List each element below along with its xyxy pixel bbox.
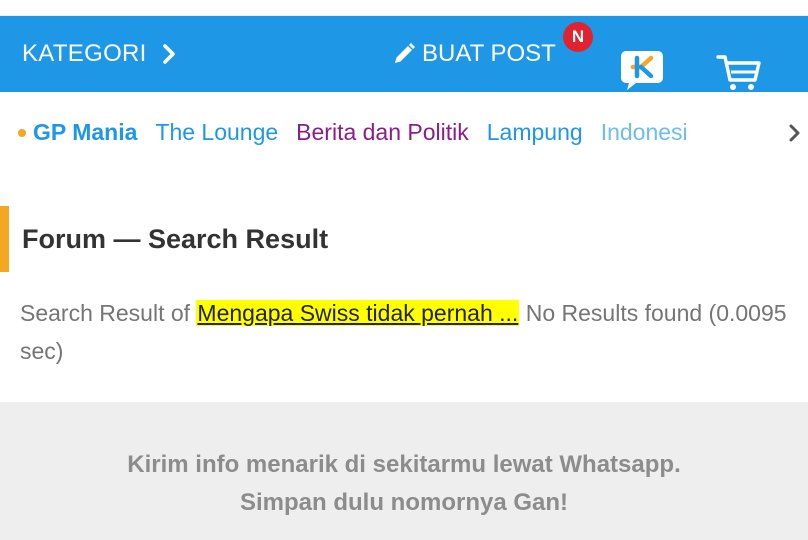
kategori-label: KATEGORI [22, 40, 147, 67]
channel-lampung[interactable]: Lampung [487, 119, 583, 146]
channel-indonesia[interactable]: Indonesi [601, 119, 688, 146]
chevron-right-icon[interactable] [788, 119, 802, 147]
whatsapp-promo: Kirim info menarik di sekitarmu lewat Wh… [0, 402, 808, 540]
channel-bar: GP Mania The Lounge Berita dan Politik L… [0, 92, 808, 178]
promo-text: Kirim info menarik di sekitarmu lewat Wh… [0, 446, 808, 522]
result-prefix: Search Result of [20, 300, 191, 326]
buat-post-button[interactable]: BUAT POST [392, 16, 556, 92]
top-strip [0, 0, 808, 16]
pencil-icon [395, 43, 415, 63]
section-header: Forum — Search Result [0, 206, 808, 272]
search-query-link[interactable]: Mengapa Swiss tidak pernah ... [196, 300, 520, 326]
notification-badge: N [563, 22, 593, 52]
promo-line-1: Kirim info menarik di sekitarmu lewat Wh… [127, 451, 681, 478]
search-result-text: Search Result of Mengapa Swiss tidak per… [20, 294, 790, 370]
chevron-right-icon [162, 44, 175, 64]
channel-list: GP Mania The Lounge Berita dan Politik L… [18, 119, 706, 146]
channel-gp-mania[interactable]: GP Mania [33, 119, 137, 146]
page-title: Forum — Search Result [22, 223, 329, 254]
section-accent [0, 206, 9, 272]
active-dot-icon [18, 128, 26, 137]
top-navbar: KATEGORI BUAT POST N [0, 16, 808, 92]
kaskus-chat-icon[interactable] [620, 49, 664, 91]
shopping-cart-icon[interactable] [716, 52, 762, 92]
kategori-button[interactable]: KATEGORI [22, 16, 177, 92]
channel-the-lounge[interactable]: The Lounge [155, 119, 278, 146]
buat-post-label: BUAT POST [422, 40, 556, 67]
channel-berita-dan-politik[interactable]: Berita dan Politik [296, 119, 469, 146]
promo-line-2: Simpan dulu nomornya Gan! [239, 489, 569, 516]
